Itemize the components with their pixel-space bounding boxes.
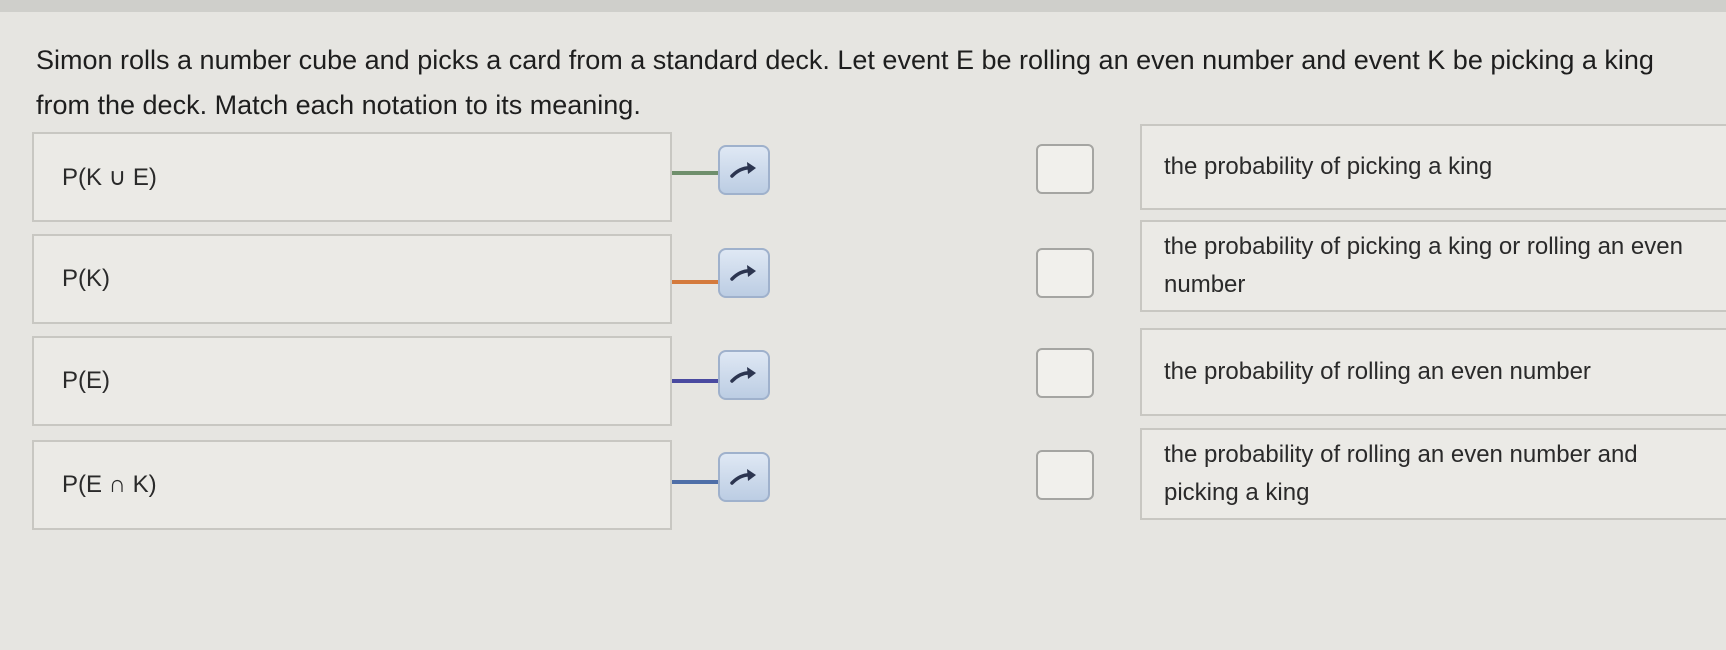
meaning-label: the probability of rolling an even numbe… (1164, 441, 1638, 506)
notation-box-1[interactable]: P(K ∪ E) (32, 132, 672, 222)
arrow-right-icon (730, 265, 756, 281)
notation-box-4[interactable]: P(E ∩ K) (32, 440, 672, 530)
question-text: Simon rolls a number cube and picks a ca… (36, 45, 1654, 120)
meaning-box-2[interactable]: the probability of picking a king or rol… (1140, 220, 1726, 312)
meaning-label: the probability of picking a king or rol… (1164, 233, 1683, 298)
match-checkbox-2[interactable] (1036, 248, 1094, 298)
arrow-right-icon (730, 469, 756, 485)
top-strip (0, 0, 1726, 12)
connector-line-1 (672, 171, 722, 175)
arrow-right-icon (730, 162, 756, 178)
match-checkbox-3[interactable] (1036, 348, 1094, 398)
notation-box-2[interactable]: P(K) (32, 234, 672, 324)
notation-box-3[interactable]: P(E) (32, 336, 672, 426)
meaning-label: the probability of rolling an even numbe… (1164, 358, 1591, 385)
meaning-box-4[interactable]: the probability of rolling an even numbe… (1140, 428, 1726, 520)
connector-line-2 (672, 280, 722, 284)
meaning-label: the probability of picking a king (1164, 153, 1493, 180)
notation-label: P(K ∪ E) (62, 163, 157, 191)
notation-label: P(K) (62, 265, 110, 292)
connector-line-3 (672, 379, 722, 383)
match-checkbox-1[interactable] (1036, 144, 1094, 194)
match-arrow-button-4[interactable] (718, 452, 770, 502)
notation-label: P(E) (62, 367, 110, 394)
connector-line-4 (672, 480, 722, 484)
notation-label: P(E ∩ K) (62, 471, 157, 498)
match-arrow-button-3[interactable] (718, 350, 770, 400)
meaning-box-1[interactable]: the probability of picking a king (1140, 124, 1726, 210)
arrow-right-icon (730, 367, 756, 383)
match-checkbox-4[interactable] (1036, 450, 1094, 500)
meaning-box-3[interactable]: the probability of rolling an even numbe… (1140, 328, 1726, 416)
match-arrow-button-2[interactable] (718, 248, 770, 298)
match-arrow-button-1[interactable] (718, 145, 770, 195)
